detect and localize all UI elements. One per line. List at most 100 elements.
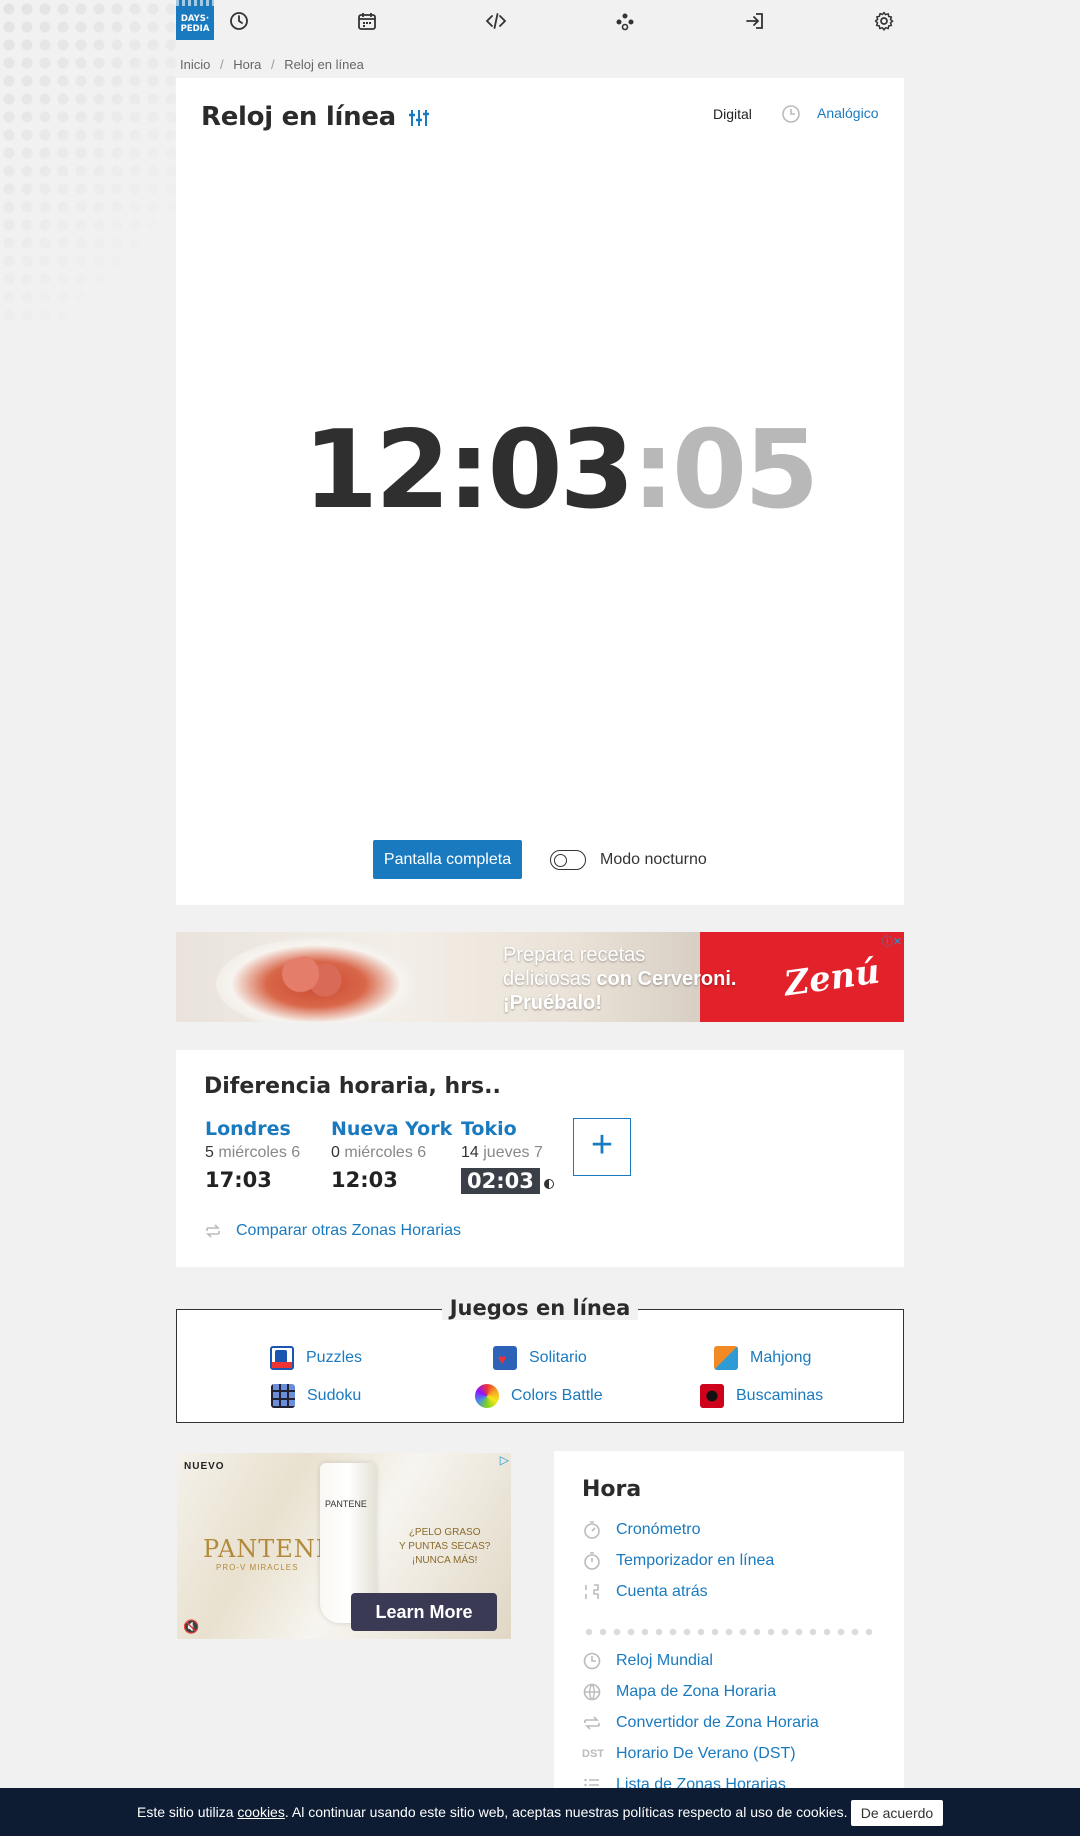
ad-question-2: Y PUNTAS SECAS? [399, 1541, 491, 1552]
pantene-ad[interactable]: NUEVO PANTENE PRO-V MIRACLES PANTENE ¿PE… [177, 1453, 511, 1639]
city-london: Londres 5 miércoles 6 17:03 [205, 1118, 300, 1192]
mode-digital[interactable]: Digital [713, 106, 752, 122]
mahjong-icon [714, 1346, 738, 1370]
game-mahjong[interactable]: Mahjong [714, 1346, 811, 1370]
breadcrumb-hora[interactable]: Hora [233, 57, 261, 72]
sidebar-item-cronometro[interactable]: Cronómetro [582, 1520, 700, 1540]
city-diff: 14 [461, 1144, 479, 1161]
night-mode-toggle[interactable] [550, 850, 586, 870]
sidebar-divider [582, 1628, 876, 1636]
compare-label: Comparar otras Zonas Horarias [236, 1222, 461, 1240]
add-city-button[interactable]: + [573, 1118, 631, 1176]
ad-tag: NUEVO [184, 1461, 225, 1472]
breadcrumb-inicio[interactable]: Inicio [180, 57, 210, 72]
accept-cookies-button[interactable]: De acuerdo [851, 1800, 943, 1826]
time-sidebar: Hora Cronómetro Temporizador en línea Cu… [554, 1451, 904, 1836]
mute-icon[interactable]: 🔇 [183, 1619, 199, 1635]
sudoku-icon [271, 1384, 295, 1408]
clock-icon [582, 1651, 602, 1671]
game-sudoku[interactable]: Sudoku [271, 1384, 361, 1408]
compare-timezones-link[interactable]: Comparar otras Zonas Horarias [204, 1222, 461, 1240]
background-dots [0, 0, 180, 320]
ad-food-image [216, 938, 416, 1022]
game-label: Sudoku [307, 1387, 362, 1405]
cookie-link[interactable]: cookies [237, 1804, 284, 1820]
puzzles-icon [270, 1346, 294, 1370]
timer-icon [582, 1551, 602, 1571]
ad-question-1: ¿PELO GRASO [408, 1527, 481, 1538]
dayspedia-logo[interactable]: DAYS· PEDIA [176, 0, 214, 40]
sidebar-item-convertidor[interactable]: Convertidor de Zona Horaria [582, 1713, 819, 1733]
time-difference-card: Diferencia horaria, hrs.. Londres 5 miér… [176, 1050, 904, 1267]
solitaire-icon: ♥ [493, 1346, 517, 1370]
game-solitario[interactable]: ♥ Solitario [493, 1346, 587, 1370]
city-time: 02:03 [461, 1168, 540, 1194]
login-icon[interactable] [744, 10, 766, 32]
city-day: miércoles 6 [344, 1144, 427, 1161]
sidebar-item-label: Horario De Verano (DST) [616, 1745, 796, 1763]
clock-icon[interactable] [228, 10, 250, 32]
stopwatch-icon [582, 1520, 602, 1540]
sidebar-item-dst[interactable]: DST Horario De Verano (DST) [582, 1744, 796, 1764]
convert-icon [582, 1713, 602, 1733]
sidebar-item-label: Cronómetro [616, 1521, 701, 1539]
breadcrumb-current: Reloj en línea [284, 57, 364, 72]
gear-icon[interactable] [873, 10, 895, 32]
ad-choices-icon[interactable]: ▷ [500, 1453, 509, 1467]
game-label: Buscaminas [736, 1387, 824, 1405]
sidebar-item-label: Mapa de Zona Horaria [616, 1683, 777, 1701]
city-day: jueves 7 [483, 1144, 543, 1161]
game-colors-battle[interactable]: Colors Battle [475, 1384, 603, 1408]
sidebar-item-reloj-mundial[interactable]: Reloj Mundial [582, 1651, 713, 1671]
breadcrumb: Inicio / Hora / Reloj en línea [180, 57, 370, 72]
game-label: Colors Battle [511, 1387, 603, 1405]
sidebar-item-temporizador[interactable]: Temporizador en línea [582, 1551, 774, 1571]
game-buscaminas[interactable]: Buscaminas [700, 1384, 823, 1408]
games-icon[interactable] [614, 10, 636, 32]
breadcrumb-separator: / [219, 57, 224, 72]
city-tokyo: Tokio 14 jueves 7 02:03 [461, 1118, 554, 1194]
settings-sliders-icon[interactable] [407, 106, 431, 130]
top-nav: DAYS· PEDIA [176, 0, 904, 40]
fullscreen-button[interactable]: Pantalla completa [373, 840, 522, 879]
online-games-box: Juegos en línea Puzzles ♥ Solitario Mahjo… [176, 1296, 904, 1423]
cookie-text-before: Este sitio utiliza [137, 1804, 238, 1820]
tube-label: PANTENE [325, 1499, 367, 1509]
mode-analog[interactable]: Analógico [817, 105, 879, 121]
dst-icon: DST [582, 1748, 604, 1760]
globe-icon [582, 1682, 602, 1702]
city-name[interactable]: Londres [205, 1118, 300, 1140]
sidebar-item-cuenta-atras[interactable]: Cuenta atrás [582, 1582, 708, 1602]
ad-line2b: con Cerveroni. [596, 968, 737, 990]
clock-hours-minutes: 12:03 [303, 408, 635, 533]
code-icon[interactable] [485, 10, 507, 32]
games-title: Juegos en línea [441, 1296, 639, 1320]
sidebar-item-label: Reloj Mundial [616, 1652, 713, 1670]
clock-seconds: :05 [631, 408, 819, 533]
analog-clock-icon [781, 104, 801, 124]
sidebar-item-label: Cuenta atrás [616, 1583, 708, 1601]
sidebar-title: Hora [582, 1477, 642, 1502]
cookie-banner: Este sitio utiliza cookies. Al continuar… [0, 1788, 1080, 1836]
city-diff: 5 [205, 1144, 214, 1161]
ad-line3: ¡Pruébalo! [503, 992, 602, 1014]
ad-brand-logo: Zenú [781, 951, 883, 1005]
convert-icon [204, 1222, 222, 1240]
learn-more-button[interactable]: Learn More [351, 1593, 497, 1631]
calendar-icon[interactable] [356, 10, 378, 32]
logo-line2: PEDIA [180, 24, 210, 34]
banner-ad[interactable]: Prepara recetas deliciosas con Cerveroni… [176, 932, 904, 1022]
minesweeper-icon [700, 1384, 724, 1408]
clock-card: Reloj en línea Digital Analógico 12:03:0… [176, 78, 904, 905]
logo-line1: DAYS· [180, 14, 210, 24]
city-time: 17:03 [205, 1168, 272, 1192]
game-label: Puzzles [306, 1349, 363, 1367]
ad-line2a: deliciosas [503, 968, 597, 990]
ad-info-icon[interactable]: ⓘ✕ [882, 933, 902, 949]
city-name[interactable]: Nueva York [331, 1118, 452, 1140]
ad-question-3: ¡NUNCA MÁS! [411, 1555, 478, 1566]
game-puzzles[interactable]: Puzzles [270, 1346, 362, 1370]
city-name[interactable]: Tokio [461, 1118, 554, 1140]
night-icon [543, 1178, 554, 1189]
sidebar-item-mapa-zona[interactable]: Mapa de Zona Horaria [582, 1682, 776, 1702]
